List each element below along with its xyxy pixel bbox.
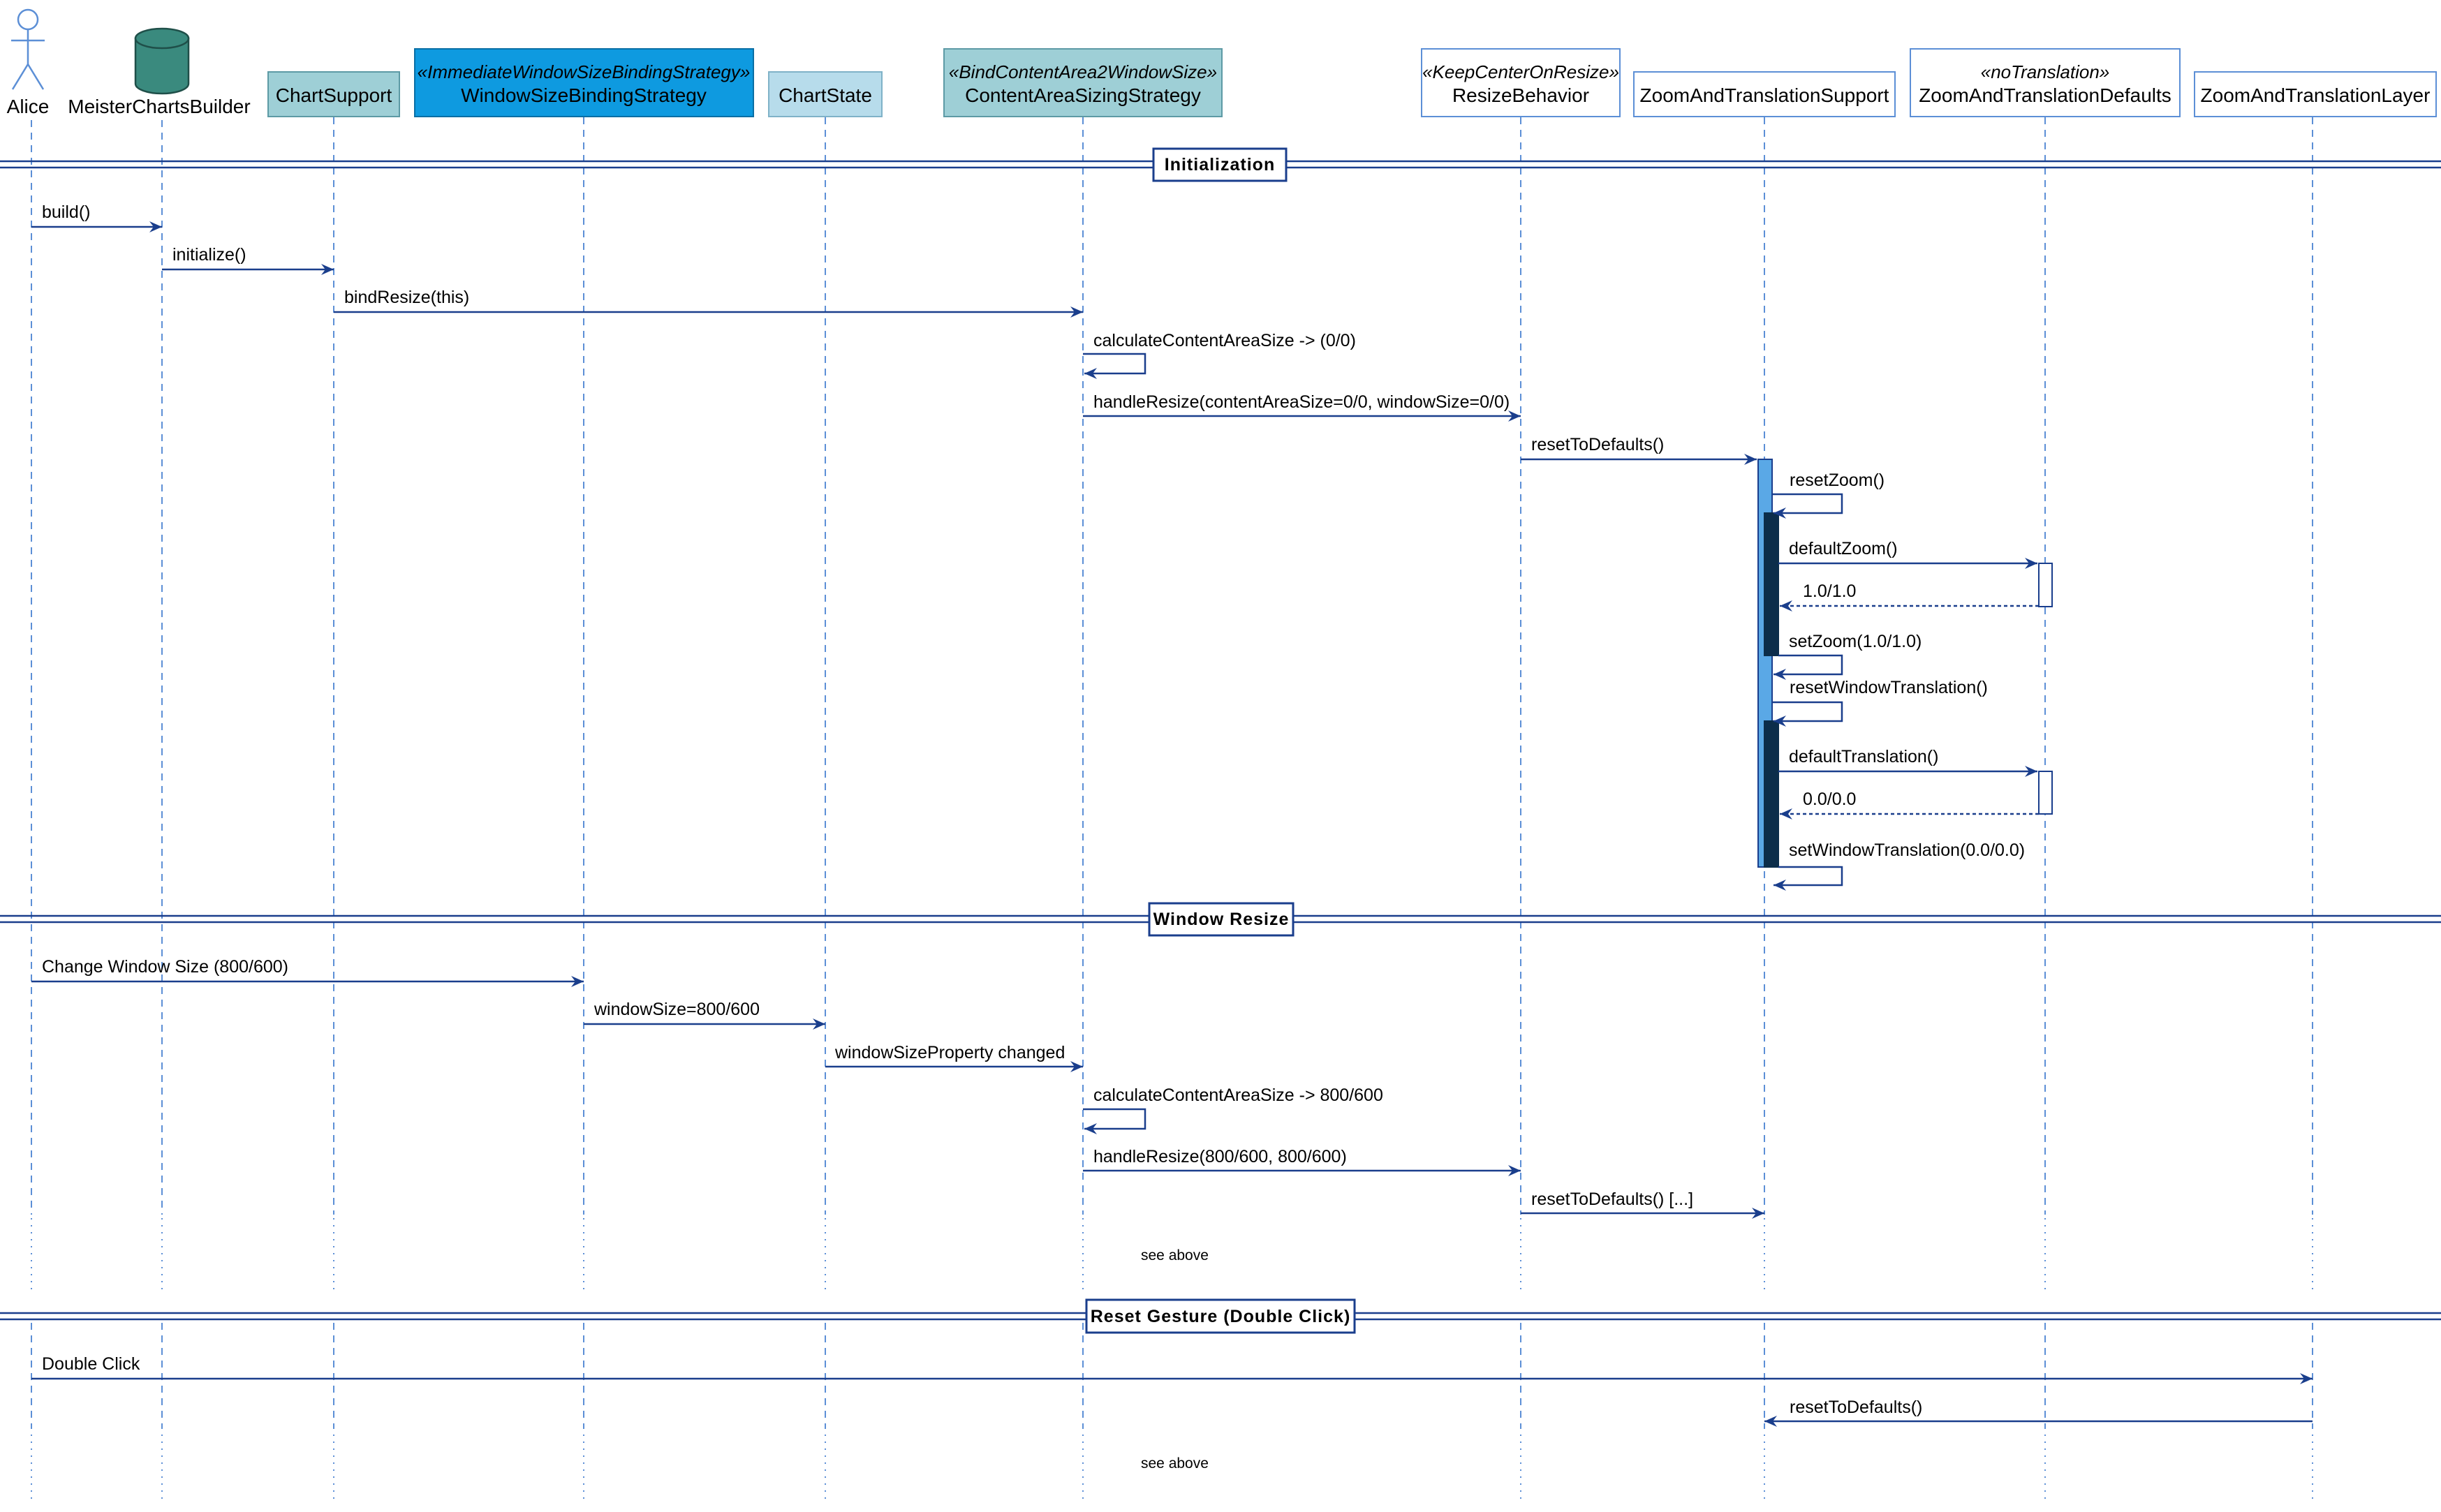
- participant-box: [414, 48, 754, 117]
- svg-text:setZoom(1.0/1.0): setZoom(1.0/1.0): [1789, 632, 1922, 651]
- message-default-zoom: defaultZoom(): [1778, 539, 2037, 569]
- participant-resize: «KeepCenterOnResize» ResizeBehavior: [1421, 48, 1621, 117]
- message-window-size: windowSize=800/600: [584, 1000, 825, 1030]
- svg-text:defaultTranslation(): defaultTranslation(): [1789, 747, 1938, 766]
- actor-icon: [11, 8, 45, 90]
- message-double-click: Double Click: [31, 1354, 2313, 1384]
- participant-ztd: «noTranslation» ZoomAndTranslationDefaul…: [1910, 48, 2181, 117]
- message-set-window-translation: setWindowTranslation(0.0/0.0): [1773, 840, 2025, 891]
- participant-ztl: ZoomAndTranslationLayer: [2194, 71, 2437, 117]
- svg-text:1.0/1.0: 1.0/1.0: [1803, 581, 1856, 601]
- participant-name: ZoomAndTranslationLayer: [2201, 84, 2431, 106]
- message-handle-resize-2: handleResize(800/600, 800/600): [1083, 1147, 1521, 1176]
- activation-zts: [1757, 459, 1779, 868]
- message-reset-window-translation: resetWindowTranslation(): [1772, 678, 1988, 727]
- svg-text:calculateContentAreaSize -> 80: calculateContentAreaSize -> 800/600: [1093, 1085, 1383, 1105]
- svg-text:resetWindowTranslation(): resetWindowTranslation(): [1790, 678, 1988, 697]
- svg-text:defaultZoom(): defaultZoom(): [1789, 539, 1898, 558]
- section-label: Reset Gesture (Double Click): [1091, 1307, 1351, 1326]
- message-translation-return: 0.0/0.0: [1780, 790, 2039, 820]
- lifelines: [31, 117, 2313, 1501]
- participant-zts: ZoomAndTranslationSupport: [1633, 71, 1896, 117]
- svg-text:build(): build(): [42, 202, 90, 222]
- svg-text:resetToDefaults(): resetToDefaults(): [1531, 435, 1664, 454]
- message-reset-zoom: resetZoom(): [1772, 470, 1885, 519]
- svg-text:initialize(): initialize(): [172, 245, 246, 265]
- message-property-changed: windowSizeProperty changed: [825, 1043, 1083, 1072]
- participant-name: ZoomAndTranslationDefaults: [1919, 84, 2171, 106]
- participant-stereotype: «KeepCenterOnResize»: [1422, 61, 1619, 82]
- note-see-above-1: see above: [1141, 1247, 1209, 1263]
- participant-cass: «BindContentArea2WindowSize» ContentArea…: [943, 48, 1223, 117]
- activation-ztd-zoom: [2038, 563, 2053, 607]
- svg-text:0.0/0.0: 0.0/0.0: [1803, 790, 1856, 809]
- message-reset-defaults-2: resetToDefaults() [...]: [1521, 1189, 1764, 1219]
- divider-reset-gesture: Reset Gesture (Double Click): [0, 1298, 2441, 1334]
- message-reset-defaults-3: resetToDefaults(): [1764, 1398, 2313, 1427]
- participant-name: WindowSizeBindingStrategy: [461, 84, 707, 106]
- activation-ztd-translation: [2038, 771, 2053, 815]
- svg-text:resetZoom(): resetZoom(): [1790, 470, 1885, 490]
- svg-text:resetToDefaults() [...]: resetToDefaults() [...]: [1531, 1189, 1693, 1209]
- participant-name: ResizeBehavior: [1452, 84, 1589, 106]
- svg-text:Double Click: Double Click: [42, 1354, 140, 1374]
- participant-wsbs: «ImmediateWindowSizeBindingStrategy» Win…: [414, 48, 754, 117]
- svg-text:bindResize(this): bindResize(this): [344, 288, 469, 307]
- section-label: Initialization: [1165, 155, 1275, 175]
- message-zoom-return: 1.0/1.0: [1780, 581, 2039, 612]
- participant-stereotype: «noTranslation»: [1981, 61, 2110, 82]
- svg-text:handleResize(800/600, 800/600): handleResize(800/600, 800/600): [1093, 1147, 1347, 1166]
- participant-name: ChartSupport: [276, 84, 392, 106]
- note-see-above-2: see above: [1141, 1455, 1209, 1472]
- svg-text:windowSize=800/600: windowSize=800/600: [593, 1000, 760, 1019]
- message-set-zoom: setZoom(1.0/1.0): [1773, 632, 1922, 680]
- participant-name: ContentAreaSizingStrategy: [965, 84, 1201, 106]
- activation-reset-translation: [1764, 720, 1779, 868]
- message-bind-resize: bindResize(this): [334, 288, 1083, 318]
- divider-window-resize: Window Resize: [0, 902, 2441, 937]
- divider-initialization: Initialization: [0, 147, 2441, 182]
- participant-box: [1910, 48, 2181, 117]
- message-calc-content-1: calculateContentAreaSize -> (0/0): [1083, 331, 1356, 379]
- message-reset-defaults-1: resetToDefaults(): [1521, 435, 1757, 465]
- participant-alice: Alice: [7, 8, 50, 117]
- svg-text:handleResize(contentAreaSize=0: handleResize(contentAreaSize=0/0, window…: [1093, 392, 1510, 412]
- svg-text:setWindowTranslation(0.0/0.0): setWindowTranslation(0.0/0.0): [1789, 840, 2025, 860]
- participant-box: [1421, 48, 1621, 117]
- svg-text:windowSizeProperty changed: windowSizeProperty changed: [834, 1043, 1065, 1062]
- participant-stereotype: «BindContentArea2WindowSize»: [949, 61, 1217, 82]
- svg-text:resetToDefaults(): resetToDefaults(): [1790, 1398, 1922, 1417]
- section-label: Window Resize: [1153, 910, 1290, 929]
- participant-chartstate: ChartState: [768, 71, 883, 117]
- participant-name: ChartState: [779, 84, 872, 106]
- participant-builder: MeisterChartsBuilder: [68, 27, 251, 117]
- activation-reset-zoom: [1764, 512, 1779, 656]
- participant-chartsupport: ChartSupport: [267, 71, 400, 117]
- message-handle-resize-1: handleResize(contentAreaSize=0/0, window…: [1083, 392, 1521, 422]
- message-default-translation: defaultTranslation(): [1778, 747, 2037, 777]
- message-change-window-size: Change Window Size (800/600): [31, 957, 584, 987]
- svg-text:calculateContentAreaSize -> (0: calculateContentAreaSize -> (0/0): [1093, 331, 1356, 350]
- message-calc-content-2: calculateContentAreaSize -> 800/600: [1083, 1085, 1383, 1134]
- message-initialize: initialize(): [162, 245, 334, 275]
- participant-box: [943, 48, 1223, 117]
- database-icon: [134, 27, 190, 95]
- participant-name: MeisterChartsBuilder: [68, 96, 250, 117]
- message-build: build(): [31, 202, 162, 232]
- participant-stereotype: «ImmediateWindowSizeBindingStrategy»: [418, 61, 751, 82]
- sequence-diagram: Alice MeisterChartsBuilder ChartSupport …: [0, 8, 2441, 1501]
- participant-name: Alice: [7, 96, 50, 117]
- participant-name: ZoomAndTranslationSupport: [1640, 84, 1889, 106]
- svg-text:Change Window Size (800/600): Change Window Size (800/600): [42, 957, 288, 977]
